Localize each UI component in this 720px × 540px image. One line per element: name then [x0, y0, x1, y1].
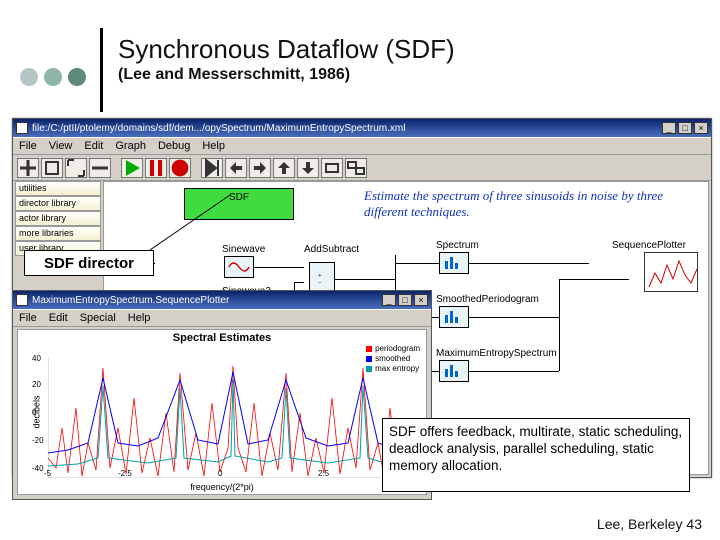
model-description: Estimate the spectrum of three sinusoids…: [364, 188, 694, 220]
menu-edit[interactable]: Edit: [84, 140, 103, 152]
maximize-button[interactable]: □: [678, 122, 692, 134]
menu-help[interactable]: Help: [202, 140, 225, 152]
slide-bullets: [20, 68, 86, 86]
close-button[interactable]: ×: [694, 122, 708, 134]
zoom-fit-button[interactable]: [65, 158, 87, 178]
label-smoothed: SmoothedPeriodogram: [436, 294, 539, 305]
toolbar: [13, 155, 711, 181]
block-sequence-plotter[interactable]: [644, 252, 698, 292]
window-icon: [16, 122, 28, 134]
nav1-button[interactable]: [225, 158, 247, 178]
nav4-button[interactable]: [297, 158, 319, 178]
title-divider: [100, 28, 103, 112]
zoom-out-button[interactable]: [89, 158, 111, 178]
plot-menubar: File Edit Special Help: [13, 309, 431, 327]
zoom-reset-button[interactable]: [41, 158, 63, 178]
nav6-button[interactable]: [345, 158, 367, 178]
label-addsubtract: AddSubtract: [304, 244, 359, 255]
plotter-window: MaximumEntropySpectrum.SequencePlotter _…: [12, 290, 432, 500]
plot-menu-edit[interactable]: Edit: [49, 312, 68, 324]
stop-button[interactable]: [169, 158, 191, 178]
block-spectrum[interactable]: [439, 252, 469, 274]
plot-close-button[interactable]: ×: [414, 294, 428, 306]
dot-2: [44, 68, 62, 86]
plot-ylabel: decibels: [32, 395, 42, 428]
step-button[interactable]: [201, 158, 223, 178]
block-smoothed[interactable]: [439, 306, 469, 328]
nav2-button[interactable]: [249, 158, 271, 178]
label-maxent: MaximumEntropySpectrum: [436, 348, 557, 359]
nav5-button[interactable]: [321, 158, 343, 178]
run-button[interactable]: [121, 158, 143, 178]
slide-footer: Lee, Berkeley 43: [597, 516, 702, 532]
menubar: File View Edit Graph Debug Help: [13, 137, 711, 155]
dot-3: [68, 68, 86, 86]
window-titlebar[interactable]: file:/C:/ptII/ptolemy/domains/sdf/dem...…: [13, 119, 711, 137]
callout-features-text: SDF offers feedback, multirate, static s…: [389, 424, 682, 473]
plot-area: Spectral Estimates periodogram smoothed …: [17, 329, 427, 495]
plot-menu-file[interactable]: File: [19, 312, 37, 324]
minimize-button[interactable]: _: [662, 122, 676, 134]
nav3-button[interactable]: [273, 158, 295, 178]
page-subtitle: (Lee and Messerschmitt, 1986): [118, 66, 350, 84]
page-title: Synchronous Dataflow (SDF): [118, 34, 455, 65]
callout-features: SDF offers feedback, multirate, static s…: [382, 418, 690, 492]
zoom-in-button[interactable]: [17, 158, 39, 178]
callout-sdf-director: SDF director: [24, 250, 154, 276]
lib-item-director[interactable]: director library: [15, 196, 101, 211]
dot-1: [20, 68, 38, 86]
plot-minimize-button[interactable]: _: [382, 294, 396, 306]
label-seqplot: SequencePlotter: [612, 240, 686, 251]
menu-graph[interactable]: Graph: [115, 140, 146, 152]
block-maxent[interactable]: [439, 360, 469, 382]
plot-window-title: MaximumEntropySpectrum.SequencePlotter: [32, 295, 229, 306]
menu-file[interactable]: File: [19, 140, 37, 152]
callout-director-text: SDF director: [44, 255, 134, 272]
callout-director-arrow: [150, 190, 250, 260]
plot-menu-special[interactable]: Special: [80, 312, 116, 324]
lib-item-utilities[interactable]: utilities: [15, 181, 101, 196]
plot-window-icon: [16, 294, 28, 306]
menu-view[interactable]: View: [49, 140, 73, 152]
label-spectrum: Spectrum: [436, 240, 479, 251]
menu-debug[interactable]: Debug: [158, 140, 190, 152]
plot-title: Spectral Estimates: [18, 332, 426, 344]
plot-maximize-button[interactable]: □: [398, 294, 412, 306]
lib-item-actor[interactable]: actor library: [15, 211, 101, 226]
library-list: utilities director library actor library…: [15, 181, 101, 256]
pause-button[interactable]: [145, 158, 167, 178]
svg-text:−: −: [318, 281, 321, 287]
plot-menu-help[interactable]: Help: [128, 312, 151, 324]
plot-xlabel: frequency/(2*pi): [18, 482, 426, 492]
svg-text:+: +: [318, 273, 321, 279]
window-title-text: file:/C:/ptII/ptolemy/domains/sdf/dem...…: [32, 123, 405, 134]
plot-titlebar[interactable]: MaximumEntropySpectrum.SequencePlotter _…: [13, 291, 431, 309]
lib-item-more[interactable]: more libraries: [15, 226, 101, 241]
plot-svg: [48, 358, 418, 478]
